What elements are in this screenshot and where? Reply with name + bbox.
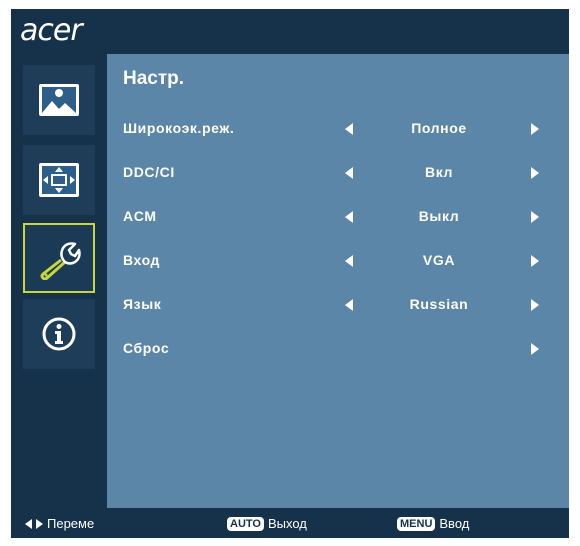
sidebar-item-setup[interactable] xyxy=(23,223,95,293)
row-ddc-ci[interactable]: DDC/CI Вкл xyxy=(107,160,569,186)
arrow-right-icon[interactable] xyxy=(531,299,539,311)
sidebar-item-position[interactable] xyxy=(23,145,95,215)
row-value: VGA xyxy=(422,252,456,268)
enter-label: Ввод xyxy=(439,516,470,531)
move-label: Переме xyxy=(47,516,95,531)
enter-hint: MENU Ввод xyxy=(397,516,469,531)
row-label: DDC/CI xyxy=(123,164,175,180)
exit-hint: AUTO Выход xyxy=(227,516,307,531)
arrow-right-icon[interactable] xyxy=(531,211,539,223)
arrow-right-icon xyxy=(36,518,43,529)
row-language[interactable]: Язык Russian xyxy=(107,292,569,318)
row-input[interactable]: Вход VGA xyxy=(107,248,569,274)
arrow-right-icon[interactable] xyxy=(531,343,539,355)
arrow-left-icon xyxy=(25,518,32,529)
row-label: Широкоэк.реж. xyxy=(123,120,235,136)
arrow-left-icon[interactable] xyxy=(345,167,353,179)
wrench-icon xyxy=(40,242,81,280)
settings-panel: Настр. Широкоэк.реж. Полное DDC/CI Вкл A… xyxy=(107,54,569,508)
row-label: ACM xyxy=(123,208,157,224)
sidebar-item-information[interactable] xyxy=(23,299,95,369)
row-label: Язык xyxy=(123,296,162,312)
row-reset[interactable]: Сброс xyxy=(107,336,569,362)
menu-key-badge: MENU xyxy=(397,516,436,531)
acer-logo: acer xyxy=(20,13,83,48)
move-hint: Переме xyxy=(25,516,94,531)
row-label: Вход xyxy=(123,252,161,268)
arrow-right-icon[interactable] xyxy=(531,167,539,179)
info-icon xyxy=(42,317,76,351)
arrow-left-icon[interactable] xyxy=(345,255,353,267)
footer-hints: Переме AUTO Выход MENU Ввод xyxy=(11,508,569,538)
row-acm[interactable]: ACM Выкл xyxy=(107,204,569,230)
osd-window: acer Настр. Широкоэк.реж. Полное DDC/CI … xyxy=(11,9,569,538)
row-label: Сброс xyxy=(123,340,170,356)
row-widescreen-mode[interactable]: Широкоэк.реж. Полное xyxy=(107,116,569,142)
arrow-right-icon[interactable] xyxy=(531,255,539,267)
sidebar-item-picture[interactable] xyxy=(23,65,95,135)
arrow-left-icon[interactable] xyxy=(345,299,353,311)
row-value: Выкл xyxy=(418,208,460,224)
row-value: Полное xyxy=(411,120,467,136)
picture-icon xyxy=(39,84,79,116)
auto-key-badge: AUTO xyxy=(227,516,264,531)
arrow-left-icon[interactable] xyxy=(345,211,353,223)
panel-title: Настр. xyxy=(123,68,185,89)
row-value: Вкл xyxy=(425,164,453,180)
arrow-left-icon[interactable] xyxy=(345,123,353,135)
position-icon xyxy=(39,163,79,197)
row-value: Russian xyxy=(409,296,469,312)
arrow-right-icon[interactable] xyxy=(531,123,539,135)
exit-label: Выход xyxy=(267,516,307,531)
